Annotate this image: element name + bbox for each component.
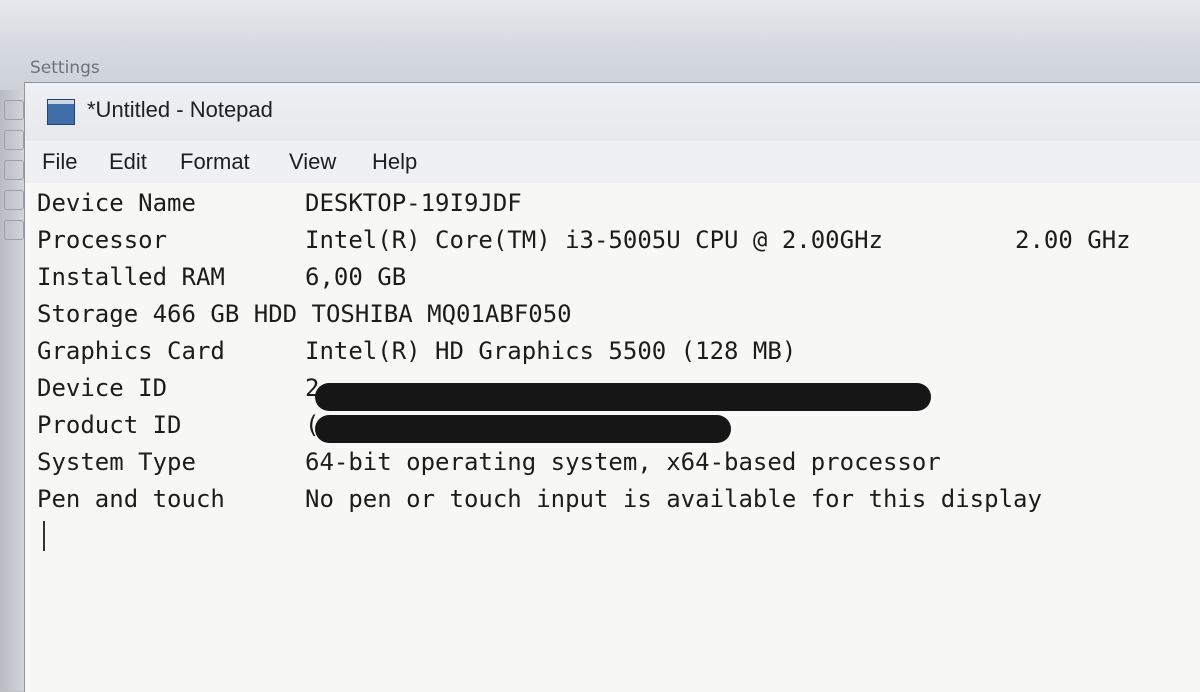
notepad-window: *Untitled - Notepad File Edit Format Vie… — [24, 82, 1200, 692]
menu-view[interactable]: View — [289, 149, 336, 175]
text-caret — [43, 521, 45, 551]
line-label: Installed RAM — [37, 263, 225, 291]
edge-checkbox-icon — [4, 160, 24, 180]
text-line: Product ID ( — [37, 411, 319, 447]
menu-bar: File Edit Format View Help — [25, 141, 1200, 184]
edge-checkbox-icon — [4, 220, 24, 240]
line-value: 64-bit operating system, x64-based proce… — [305, 448, 941, 476]
text-line: System Type 64-bit operating system, x64… — [37, 448, 941, 484]
line-value: DESKTOP-19I9JDF — [305, 189, 522, 217]
line-label: Pen and touch — [37, 485, 225, 513]
line-label: System Type — [37, 448, 196, 476]
menu-file[interactable]: File — [42, 149, 77, 175]
background-window-edge — [0, 90, 24, 691]
redaction-bar-device-id — [315, 383, 931, 411]
text-line: Processor Intel(R) Core(TM) i3-5005U CPU… — [37, 226, 1131, 262]
redaction-bar-product-id — [315, 415, 731, 443]
line-label: Device Name — [37, 189, 196, 217]
edge-checkbox-icon — [4, 130, 24, 150]
line-value: No pen or touch input is available for t… — [305, 485, 1042, 513]
window-title: *Untitled - Notepad — [87, 97, 273, 122]
menu-help[interactable]: Help — [372, 149, 417, 175]
text-editor[interactable]: Device Name DESKTOP-19I9JDF Processor In… — [25, 183, 1200, 692]
line-label: Graphics Card — [37, 337, 225, 365]
line-label: Product ID — [37, 411, 182, 439]
line-label: Device ID — [37, 374, 168, 402]
edge-checkbox-icon — [4, 100, 24, 120]
notepad-icon — [47, 99, 75, 125]
text-line: Graphics Card Intel(R) HD Graphics 5500 … — [37, 337, 796, 373]
edge-checkbox-icon — [4, 190, 24, 210]
line-value: Intel(R) Core(TM) i3-5005U CPU @ 2.00GHz — [305, 226, 883, 254]
text-line: Storage 466 GB HDD TOSHIBA MQ01ABF050 — [37, 300, 572, 336]
notepad-titlebar[interactable]: *Untitled - Notepad — [25, 83, 1200, 141]
text-line: Pen and touch No pen or touch input is a… — [37, 485, 1042, 521]
line-label: Processor — [37, 226, 168, 254]
text-line: Device Name DESKTOP-19I9JDF — [37, 189, 522, 225]
settings-window-title: Settings — [30, 58, 100, 78]
line-label: Storage 466 GB HDD TOSHIBA MQ01ABF050 — [37, 300, 572, 328]
text-line: Installed RAM 6,00 GB — [37, 263, 406, 299]
line-value: 6,00 GB — [305, 263, 407, 291]
line-value-secondary: 2.00 GHz — [1015, 226, 1131, 254]
text-line: Device ID 2 — [37, 374, 319, 410]
line-value: Intel(R) HD Graphics 5500 (128 MB) — [305, 337, 797, 365]
background-window-titlebar — [0, 0, 1200, 42]
menu-edit[interactable]: Edit — [109, 149, 147, 175]
menu-format[interactable]: Format — [180, 149, 250, 175]
